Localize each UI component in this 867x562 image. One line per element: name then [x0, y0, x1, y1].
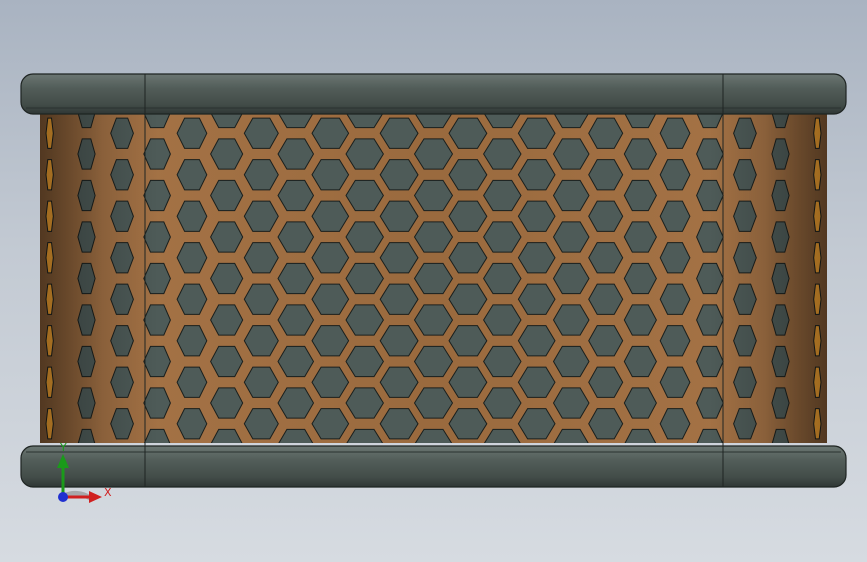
hex-hole	[624, 512, 656, 542]
x-axis-label: X	[104, 486, 112, 499]
hex-hole	[346, 512, 383, 542]
hex-hole	[278, 512, 314, 542]
hex-hole	[734, 533, 757, 562]
hex-hole	[771, 345, 790, 378]
hex-hole	[589, 533, 623, 562]
hex-hole	[449, 492, 487, 522]
top-flange	[20, 73, 847, 115]
hex-hole	[45, 408, 54, 440]
hex-hole	[697, 512, 724, 542]
part-model[interactable]	[0, 0, 867, 562]
hex-hole	[144, 512, 171, 542]
hex-hole	[813, 117, 822, 149]
hex-hole	[771, 262, 790, 295]
hex-hole	[211, 512, 243, 542]
z-axis-dot-icon	[58, 492, 68, 502]
hex-hole	[380, 492, 418, 522]
y-axis-label: Y	[60, 441, 67, 454]
hex-hole	[77, 221, 96, 253]
hex-hole	[45, 117, 54, 149]
hex-hole	[813, 283, 822, 315]
hex-hole	[77, 387, 96, 419]
hex-hole	[77, 304, 96, 336]
hex-hole	[814, 533, 821, 562]
hex-hole	[77, 262, 96, 295]
hex-hole	[177, 533, 207, 562]
hex-hole	[45, 200, 54, 232]
hex-hole	[813, 408, 822, 440]
hex-hole	[77, 138, 96, 170]
reference-triad: X Y	[52, 440, 122, 510]
hex-hole-pattern	[45, 113, 822, 562]
hex-hole	[660, 492, 690, 522]
hex-hole	[771, 138, 790, 170]
hex-hole	[78, 512, 95, 542]
hex-hole	[771, 179, 790, 212]
hex-hole	[244, 533, 278, 562]
hex-hole	[449, 533, 487, 562]
hex-hole	[554, 512, 590, 542]
hex-hole	[813, 325, 822, 357]
hex-hole	[312, 533, 349, 562]
hex-hole	[772, 512, 789, 542]
y-axis-arrow-icon	[57, 454, 69, 496]
hex-hole	[45, 242, 54, 274]
hex-hole	[45, 325, 54, 357]
hex-hole	[111, 533, 134, 562]
graphics-viewport[interactable]: X Y	[0, 0, 867, 562]
hex-hole	[814, 492, 821, 522]
hex-hole	[77, 179, 96, 212]
hex-hole	[771, 387, 790, 419]
hex-hole	[312, 492, 349, 522]
hex-hole	[177, 492, 207, 522]
hex-hole	[813, 366, 822, 398]
hex-hole	[45, 366, 54, 398]
hex-hole	[589, 492, 623, 522]
hex-hole	[484, 512, 521, 542]
hex-hole	[518, 533, 555, 562]
hex-hole	[771, 221, 790, 253]
hex-hole	[45, 159, 54, 191]
hex-hole	[46, 533, 53, 562]
hex-hole	[813, 200, 822, 232]
hex-hole	[813, 242, 822, 274]
hex-hole	[45, 283, 54, 315]
bottom-flange	[20, 445, 847, 488]
hex-hole	[244, 492, 278, 522]
hex-hole	[734, 492, 757, 522]
hex-hole	[771, 304, 790, 336]
hex-hole	[813, 159, 822, 191]
hex-hole	[380, 533, 418, 562]
hex-hole	[660, 533, 690, 562]
hex-hole	[77, 345, 96, 378]
hex-hole	[415, 512, 453, 542]
hex-hole	[518, 492, 555, 522]
